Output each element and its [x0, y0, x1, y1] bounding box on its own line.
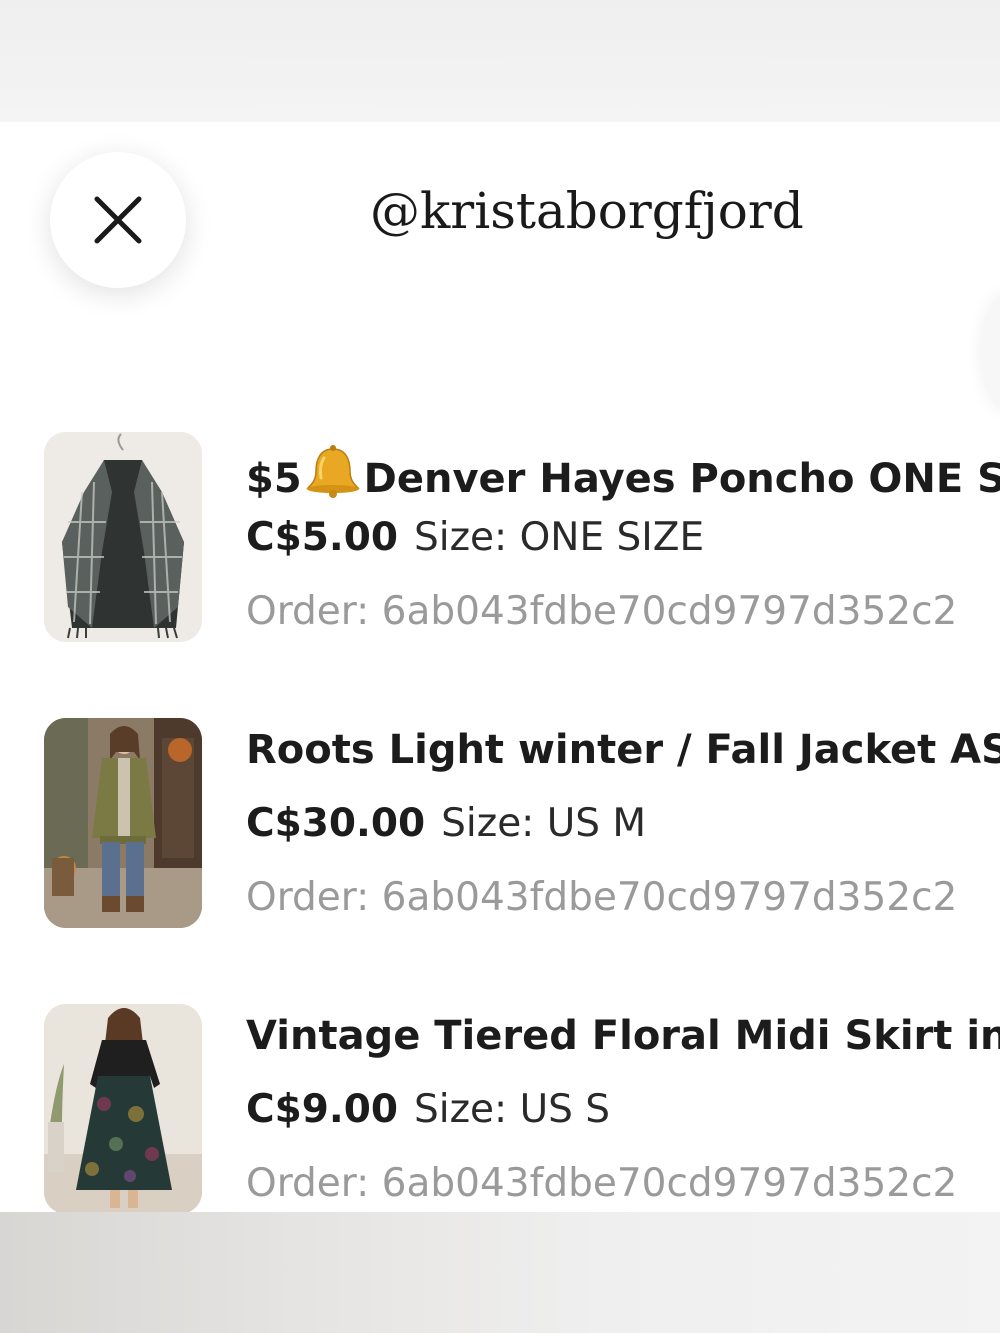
page-title: @kristaborgfjord [370, 182, 804, 240]
order-list: $5 Denver Hayes Poncho ONE SIZE C$5.00 Si… [0, 432, 1000, 1212]
item-title[interactable]: Roots Light winter / Fall Jacket AS IS [246, 730, 1000, 770]
order-id: Order: 6ab043fdbe70cd9797d352c2 [246, 1161, 958, 1206]
item-size: Size: US S [413, 1087, 611, 1132]
poncho-image [44, 432, 202, 642]
item-size: Size: US M [441, 801, 647, 846]
orders-sheet: @kristaborgfjord $5 Denver Hayes Poncho … [0, 122, 1000, 1212]
product-thumbnail[interactable] [44, 432, 202, 642]
jacket-image [44, 718, 202, 928]
background-blur-bottom [0, 1212, 1000, 1333]
price-size-line: C$30.00 Size: US M [246, 804, 646, 843]
bell-icon [305, 445, 360, 498]
item-price: C$9.00 [246, 1087, 398, 1132]
order-item[interactable]: Vintage Tiered Floral Midi Skirt in Gree… [0, 1004, 1000, 1212]
item-title-prefix: $5 [246, 456, 302, 502]
item-price: C$5.00 [246, 515, 398, 560]
close-icon [94, 196, 142, 244]
skirt-image [44, 1004, 202, 1212]
order-id: Order: 6ab043fdbe70cd9797d352c2 [246, 589, 958, 634]
item-title[interactable]: Vintage Tiered Floral Midi Skirt in Gree… [246, 1016, 1000, 1056]
product-thumbnail[interactable] [44, 1004, 202, 1212]
price-size-line: C$5.00 Size: ONE SIZE [246, 518, 704, 557]
background-blur-top [0, 0, 1000, 122]
order-item[interactable]: Roots Light winter / Fall Jacket AS IS C… [0, 718, 1000, 1004]
item-title-text: Denver Hayes Poncho ONE SIZE [363, 456, 1000, 502]
offscreen-button-edge [980, 292, 1000, 412]
item-price: C$30.00 [246, 801, 426, 846]
close-button[interactable] [50, 152, 186, 288]
product-thumbnail[interactable] [44, 718, 202, 928]
price-size-line: C$9.00 Size: US S [246, 1090, 610, 1129]
order-item[interactable]: $5 Denver Hayes Poncho ONE SIZE C$5.00 Si… [0, 432, 1000, 718]
item-size: Size: ONE SIZE [413, 515, 705, 560]
order-id: Order: 6ab043fdbe70cd9797d352c2 [246, 875, 958, 920]
item-title[interactable]: $5 Denver Hayes Poncho ONE SIZE [246, 444, 1000, 499]
